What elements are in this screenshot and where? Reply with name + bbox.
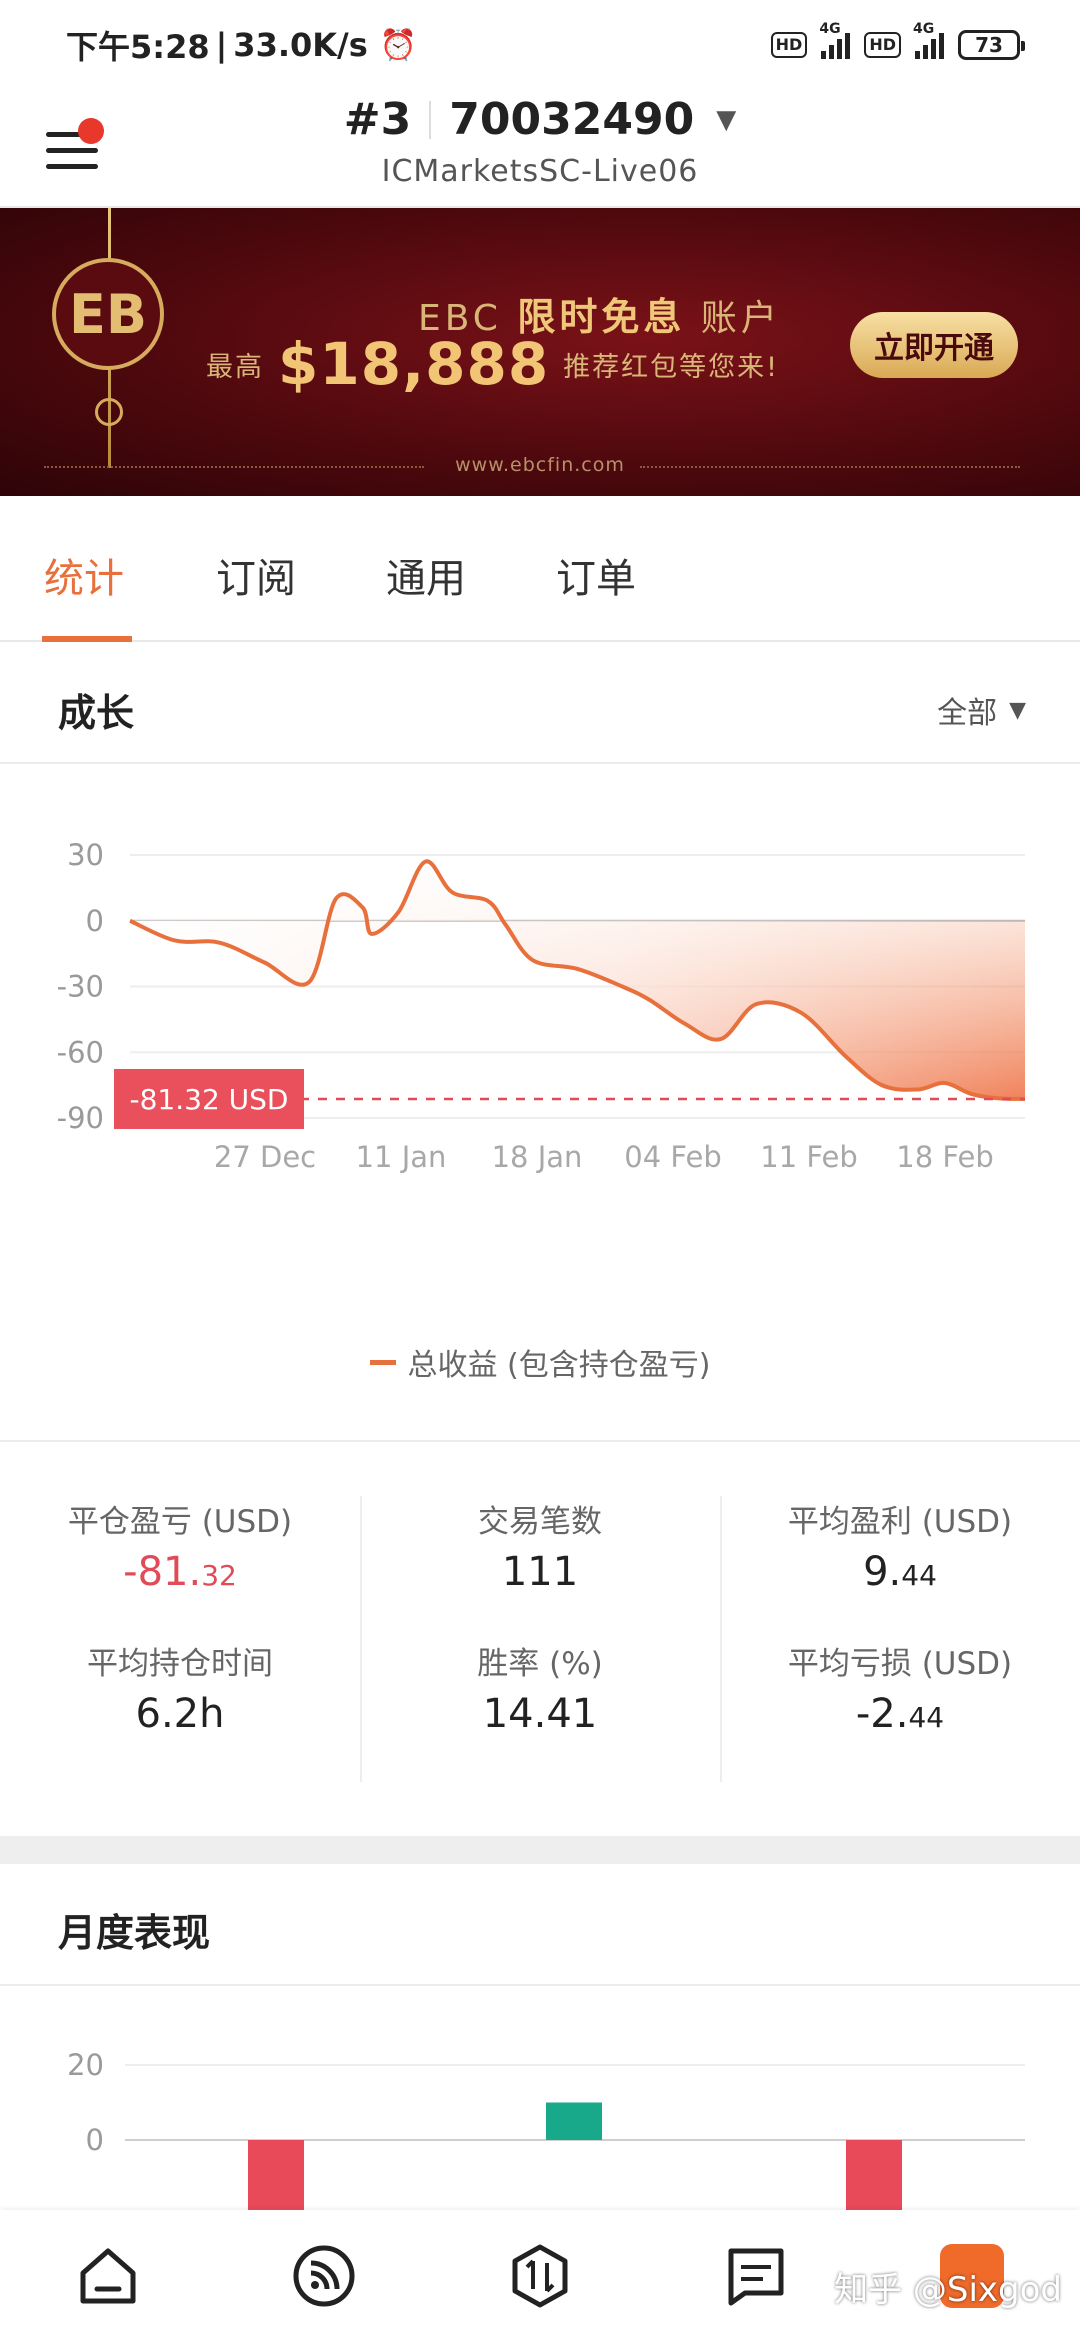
feed-icon[interactable] [288,2240,360,2312]
y-tick-label: 0 [86,2123,104,2157]
chart-legend: 总收益 (包含持仓盈亏) [0,1340,1080,1384]
y-tick-label: -30 [57,970,104,1004]
account-server: ICMarketsSC-Live06 [381,154,699,189]
tab-subscribe[interactable]: 订阅 [216,546,296,604]
divider [429,100,432,139]
tab-statistics[interactable]: 统计 [44,546,124,604]
legend-label: 总收益 (包含持仓盈亏) [407,1348,711,1383]
stat-avg-hold-time: 平均持仓时间 6.2h [0,1638,360,1737]
x-tick-label: 18 Jan [492,1140,583,1174]
y-tick-label: 20 [67,2048,104,2082]
account-number: 70032490 [449,94,695,145]
status-left: 下午5:28 | 33.0K/s ⏰ [66,22,417,68]
open-account-button[interactable]: 立即开通 [850,312,1018,378]
tab-general[interactable]: 通用 [386,546,466,604]
account-index: #3 [343,94,412,145]
stat-label: 平均盈利 (USD) [787,1504,1013,1540]
trade-icon[interactable] [504,2240,576,2312]
divider [720,1496,722,1782]
stat-label: 平仓盈亏 (USD) [67,1504,293,1540]
range-filter[interactable]: 全部 ▼ [937,688,1026,732]
legend-swatch [369,1359,396,1365]
hd-badge: HD [770,32,808,58]
growth-header: 成长 全部 ▼ [0,644,1080,764]
home-icon[interactable] [72,2240,144,2312]
bar [846,2140,902,2210]
stat-label: 胜率 (%) [477,1646,603,1682]
tab-orders[interactable]: 订单 [556,546,636,604]
promo-banner[interactable]: EB EBC 限时免息 账户 最高 $18,888 推荐红包等您来! 立即开通 … [0,208,1080,496]
hd-badge: HD [864,32,901,58]
divider [0,1440,1080,1442]
signal-icon: 4G [819,21,851,59]
y-tick-label: 0 [86,904,104,938]
messages-icon[interactable] [720,2240,792,2312]
status-bar: 下午5:28 | 33.0K/s ⏰ HD 4G HD 4G 73 [0,0,1080,90]
y-tick-label: -90 [57,1101,104,1135]
account-selector[interactable]: #3 70032490 ▼ [0,94,1080,145]
status-time: 下午5:28 [66,28,210,66]
x-tick-label: 11 Jan [356,1140,447,1174]
y-tick-label: 30 [67,838,104,872]
stat-value: 14.41 [482,1691,598,1737]
x-tick-label: 18 Feb [896,1140,993,1174]
app-header: #3 70032490 ▼ ICMarketsSC-Live06 [0,90,1080,208]
x-tick-label: 27 Dec [214,1140,316,1174]
status-right: HD 4G HD 4G 73 [770,21,1025,60]
signal-icon: 4G [913,21,944,59]
knot-decoration [95,398,123,426]
ebc-logo: EB [52,258,164,370]
section-gap [0,1836,1080,1864]
chevron-down-icon: ▼ [1009,697,1026,723]
bottom-navigation: 知乎 @Sixgod [0,2210,1080,2340]
area-fade [130,861,1025,1099]
x-tick-label: 04 Feb [624,1140,721,1174]
monthly-bar-chart: 20 0 [67,2048,1025,2210]
watermark: 知乎 @Sixgod [834,2270,1062,2310]
stat-value: 6.2h [135,1691,225,1737]
section-title: 月度表现 [58,1911,211,1955]
stat-value: 9.44 [863,1549,937,1595]
monthly-header: 月度表现 [0,1864,1080,1986]
stat-win-rate: 胜率 (%) 14.41 [360,1638,720,1737]
banner-url: www.ebcfin.com [455,454,625,476]
stat-label: 平均亏损 (USD) [787,1646,1013,1682]
battery-icon: 73 [958,30,1025,60]
bar [546,2102,602,2140]
stat-value: -2.44 [855,1691,945,1737]
stat-avg-loss: 平均亏损 (USD) -2.44 [720,1638,1080,1737]
stat-closed-pnl: 平仓盈亏 (USD) -81.32 [0,1496,360,1595]
status-separator: | [215,26,228,64]
stat-trade-count: 交易笔数 111 [360,1496,720,1595]
active-tab-indicator [42,636,132,642]
stat-label: 交易笔数 [478,1504,602,1540]
stat-value: -81.32 [123,1549,237,1595]
stat-value: 111 [501,1549,579,1595]
section-title: 成长 [58,691,135,735]
stat-label: 平均持仓时间 [87,1646,273,1682]
x-tick-label: 11 Feb [760,1140,857,1174]
bar [248,2140,304,2210]
current-value-label: -81.32 USD [130,1083,289,1116]
banner-subline: 最高 $18,888 推荐红包等您来! [206,330,779,398]
status-speed: 33.0K/s [233,26,368,64]
divider [360,1496,362,1782]
tab-bar: 统计 订阅 通用 订单 [0,496,1080,642]
chevron-down-icon: ▼ [716,104,737,135]
banner-amount: $18,888 [278,330,550,398]
battery-level: 73 [975,33,1003,57]
alarm-icon: ⏰ [379,27,418,63]
stat-avg-profit: 平均盈利 (USD) 9.44 [720,1496,1080,1595]
y-tick-label: -60 [57,1035,104,1069]
